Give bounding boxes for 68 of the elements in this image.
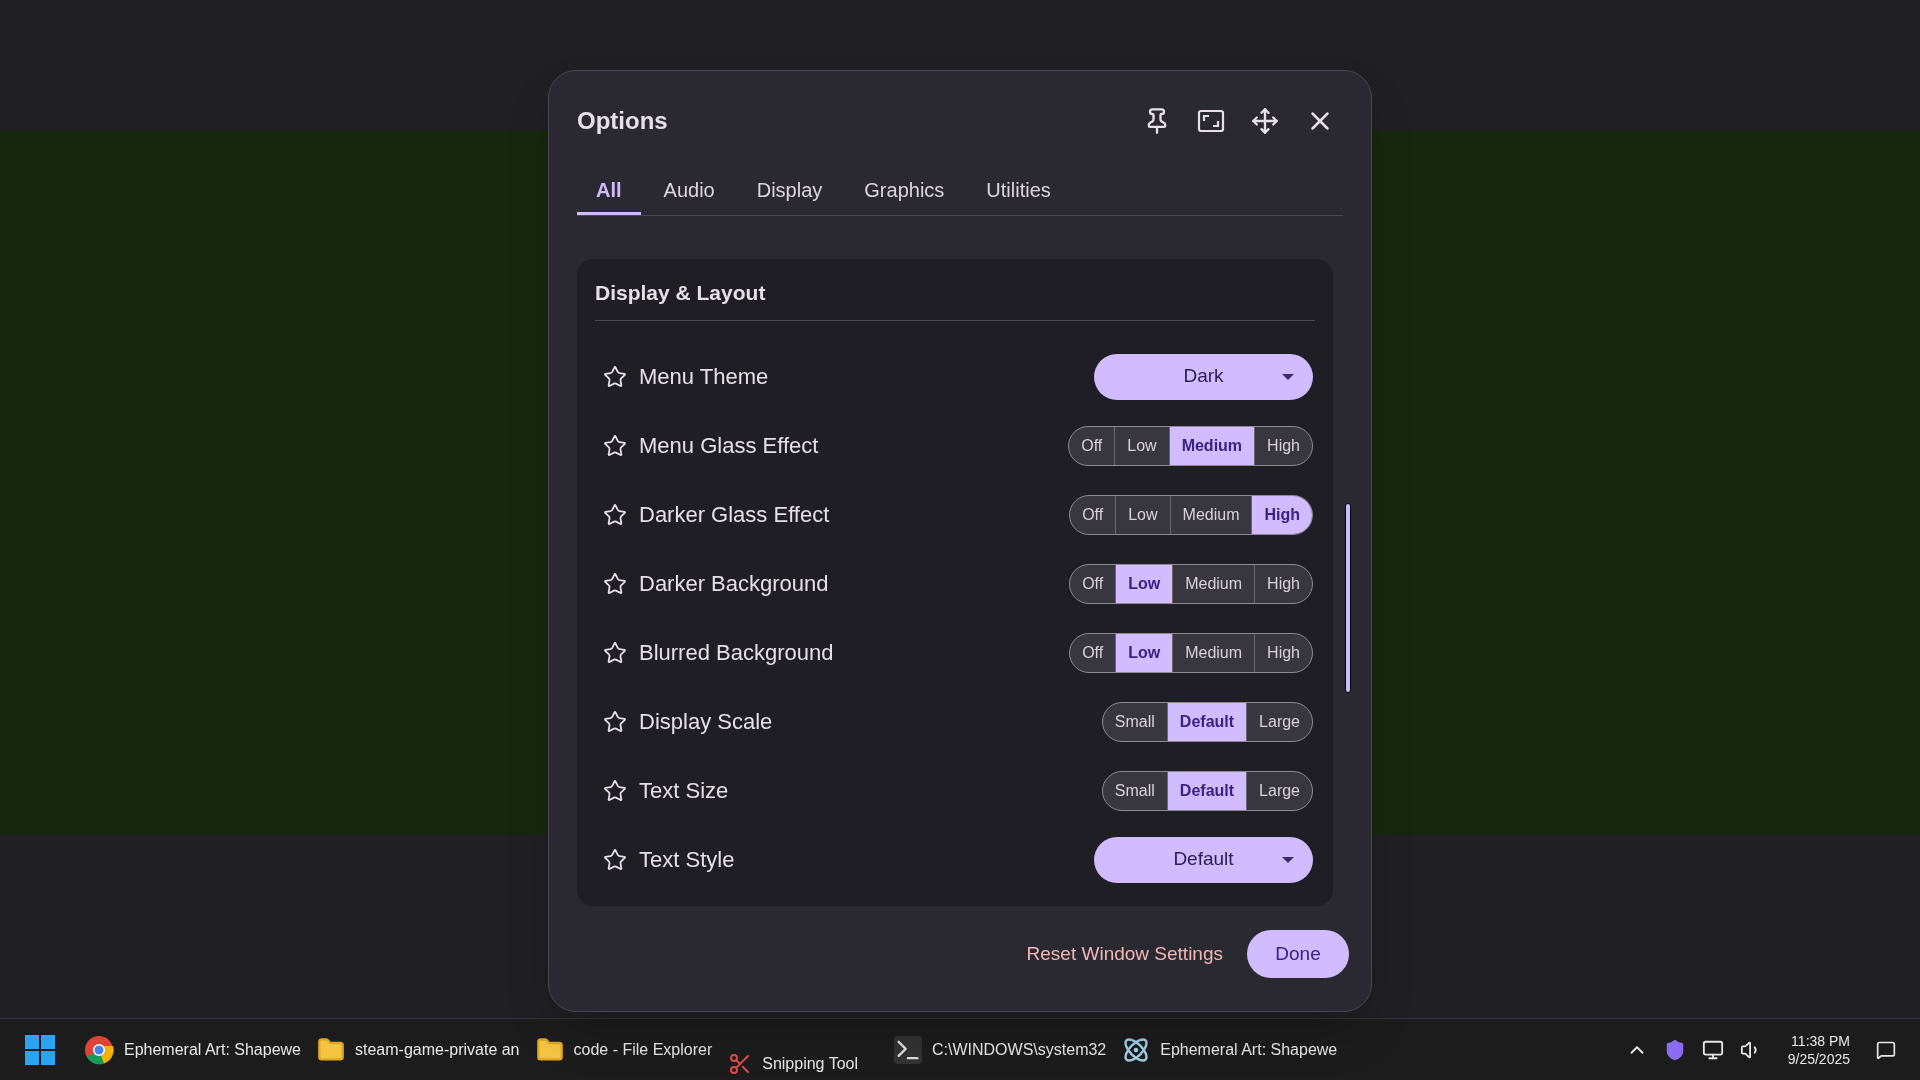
segment-option[interactable]: Large [1246,702,1312,741]
dialog-title: Options [577,106,669,136]
clock-date[interactable]: 9/25/2025 [1787,1049,1850,1068]
segment-option[interactable]: Low [1114,426,1169,465]
resize-window-icon[interactable] [1197,109,1225,133]
segment-option[interactable]: Default [1166,702,1247,741]
segment-option[interactable]: Low [1115,564,1173,603]
segment-option[interactable]: Medium [1168,426,1255,465]
setting-label: Blurred Background [639,639,835,667]
terminal-icon [894,1035,922,1064]
taskbar-app[interactable]: code - File Explorer [527,1025,721,1074]
segment-option[interactable]: Off [1070,495,1116,534]
star-icon[interactable] [603,709,627,734]
dropdown-caret-icon [1281,855,1295,864]
star-icon[interactable] [603,364,627,389]
taskbar-app[interactable]: C:\WINDOWS\system32 [886,1025,1115,1074]
taskbar-app[interactable]: Snipping Tool [720,1040,866,1080]
taskbar-app[interactable]: Ephemeral Art: Shapewe [1114,1025,1346,1074]
tab[interactable]: Audio [644,167,734,215]
star-icon[interactable] [603,778,627,803]
tab[interactable]: Utilities [967,167,1070,215]
star-icon[interactable] [603,571,627,596]
segment-option[interactable]: Off [1070,564,1116,603]
taskbar-app[interactable]: steam-game-private an [309,1025,528,1074]
browser-icon [84,1034,114,1065]
done-button[interactable]: Done [1247,930,1349,978]
setting-label: Menu Glass Effect [639,432,820,460]
clock-time[interactable]: 11:38 PM [1791,1031,1850,1050]
setting-label: Darker Glass Effect [639,501,831,529]
reset-link[interactable]: Reset Window Settings [1026,939,1223,969]
atom-icon [1122,1035,1151,1064]
segment-option[interactable]: Medium [1172,564,1255,603]
segment-option[interactable]: High [1254,633,1312,672]
segment-option[interactable]: Low [1115,495,1170,534]
segment-option[interactable]: Off [1069,426,1115,465]
segment-option[interactable]: Large [1246,771,1312,810]
start-icon[interactable] [24,1033,56,1066]
setting-label: Text Size [639,777,730,805]
segment-option[interactable]: Off [1070,633,1116,672]
move-icon[interactable] [1251,107,1279,135]
taskbar-app[interactable]: Ephemeral Art: Shapewe [76,1025,309,1074]
setting-label: Darker Background [639,570,830,598]
tab[interactable]: Display [737,167,842,215]
tab[interactable]: All [577,167,641,215]
monitor-icon[interactable] [1701,1038,1724,1061]
star-icon[interactable] [603,502,627,527]
star-icon[interactable] [603,640,627,665]
segment-option[interactable]: Default [1166,771,1247,810]
setting-label: Menu Theme [639,363,770,391]
segment-option[interactable]: High [1254,564,1312,603]
tab[interactable]: Graphics [845,167,964,215]
star-icon[interactable] [603,433,627,458]
segment-option[interactable]: Medium [1172,633,1255,672]
star-icon[interactable] [603,847,627,872]
setting-label: Text Style [639,846,736,874]
segment-option[interactable]: High [1254,426,1312,465]
setting-label: Display Scale [639,708,774,736]
segment-option[interactable]: Small [1102,702,1167,741]
folder-icon [535,1035,564,1064]
segment-option[interactable]: Low [1115,633,1173,672]
folder-icon [317,1035,345,1064]
dropdown-caret-icon [1281,372,1295,381]
section-title: Display & Layout [595,279,766,306]
dropdown[interactable]: Dark [1094,353,1313,400]
dropdown[interactable]: Default [1094,836,1313,883]
segment-option[interactable]: Small [1102,771,1167,810]
notification-icon[interactable] [1876,1039,1896,1060]
segment-option[interactable]: High [1251,495,1312,534]
